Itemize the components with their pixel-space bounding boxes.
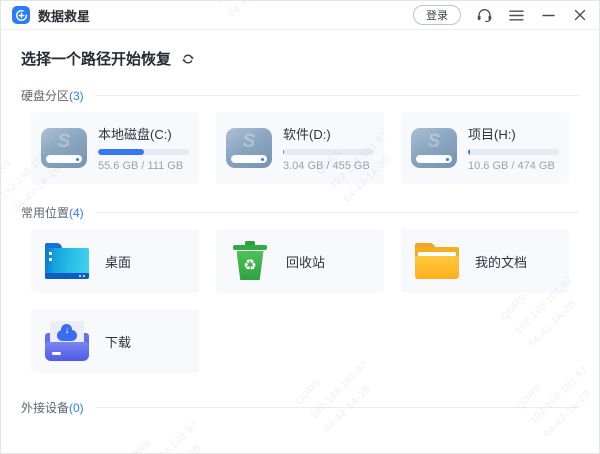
drive-name: 项目(H:) bbox=[468, 124, 559, 143]
recycle-bin-icon bbox=[230, 241, 270, 281]
documents-folder-icon bbox=[415, 243, 459, 279]
section-divider bbox=[96, 95, 579, 96]
support-headset-icon[interactable] bbox=[475, 6, 493, 24]
location-card-downloads[interactable]: 下载 bbox=[31, 309, 199, 373]
drive-slot-light bbox=[46, 155, 82, 163]
section-divider bbox=[96, 407, 579, 408]
drive-usage-bar bbox=[283, 149, 374, 155]
hard-drive-icon bbox=[411, 128, 457, 168]
heading-row: 选择一个路径开始恢复 bbox=[21, 48, 579, 69]
section-count: (0) bbox=[69, 401, 84, 415]
close-icon[interactable] bbox=[571, 6, 589, 24]
location-label: 桌面 bbox=[105, 252, 131, 271]
drive-name: 本地磁盘(C:) bbox=[98, 124, 189, 143]
section-header-locations: 常用位置 (4) bbox=[21, 204, 579, 221]
drive-usage-fill bbox=[468, 149, 470, 155]
location-card-desktop[interactable]: 桌面 bbox=[31, 229, 199, 293]
location-label: 回收站 bbox=[286, 252, 325, 271]
drive-size-text: 3.04 GB / 455 GB bbox=[283, 160, 374, 172]
location-label: 我的文档 bbox=[475, 252, 527, 271]
drive-info: 项目(H:) 10.6 GB / 474 GB bbox=[468, 124, 559, 172]
drive-slot-light bbox=[231, 155, 267, 163]
refresh-icon[interactable] bbox=[181, 52, 195, 66]
location-card-grid: 桌面 回收站 我的文档 下载 bbox=[31, 229, 569, 373]
drive-slot-light bbox=[416, 155, 452, 163]
section-label: 硬盘分区 bbox=[21, 87, 69, 104]
desktop-folder-icon bbox=[45, 243, 89, 279]
drive-info: 本地磁盘(C:) 55.6 GB / 111 GB bbox=[98, 124, 189, 172]
drive-size-text: 10.6 GB / 474 GB bbox=[468, 160, 559, 172]
section-label: 外接设备 bbox=[21, 399, 69, 416]
drive-size-text: 55.6 GB / 111 GB bbox=[98, 160, 189, 172]
drive-usage-bar bbox=[468, 149, 559, 155]
section-count: (3) bbox=[69, 89, 84, 103]
section-label: 常用位置 bbox=[21, 204, 69, 221]
hard-drive-icon bbox=[226, 128, 272, 168]
drive-info: 软件(D:) 3.04 GB / 455 GB bbox=[283, 124, 374, 172]
hard-drive-icon bbox=[41, 128, 87, 168]
section-divider bbox=[96, 212, 579, 213]
app-title: 数据救星 bbox=[38, 6, 90, 25]
titlebar: 数据救星 登录 bbox=[1, 1, 599, 30]
location-label: 下载 bbox=[105, 332, 131, 351]
minimize-icon[interactable] bbox=[539, 6, 557, 24]
drive-usage-fill bbox=[283, 149, 284, 155]
section-header-external: 外接设备 (0) bbox=[21, 399, 579, 416]
app-window: QDRS192.168.101.9704-42-1A-2BQDRS192.168… bbox=[0, 0, 600, 454]
drive-usage-bar bbox=[98, 149, 189, 155]
login-button[interactable]: 登录 bbox=[413, 5, 461, 25]
location-card-recycle-bin[interactable]: 回收站 bbox=[216, 229, 384, 293]
page-title: 选择一个路径开始恢复 bbox=[21, 48, 171, 69]
download-tray-icon bbox=[45, 321, 89, 361]
drive-card-grid: 本地磁盘(C:) 55.6 GB / 111 GB 软件(D:) 3.04 bbox=[31, 112, 569, 184]
menu-icon[interactable] bbox=[507, 6, 525, 24]
drive-usage-fill bbox=[98, 149, 144, 155]
section-count: (4) bbox=[69, 206, 84, 220]
drive-card-h[interactable]: 项目(H:) 10.6 GB / 474 GB bbox=[401, 112, 569, 184]
app-logo-icon bbox=[12, 6, 30, 24]
main-content: 选择一个路径开始恢复 硬盘分区 (3) 本地 bbox=[1, 48, 599, 416]
drive-card-d[interactable]: 软件(D:) 3.04 GB / 455 GB bbox=[216, 112, 384, 184]
section-header-partitions: 硬盘分区 (3) bbox=[21, 87, 579, 104]
drive-card-c[interactable]: 本地磁盘(C:) 55.6 GB / 111 GB bbox=[31, 112, 199, 184]
location-card-documents[interactable]: 我的文档 bbox=[401, 229, 569, 293]
drive-name: 软件(D:) bbox=[283, 124, 374, 143]
